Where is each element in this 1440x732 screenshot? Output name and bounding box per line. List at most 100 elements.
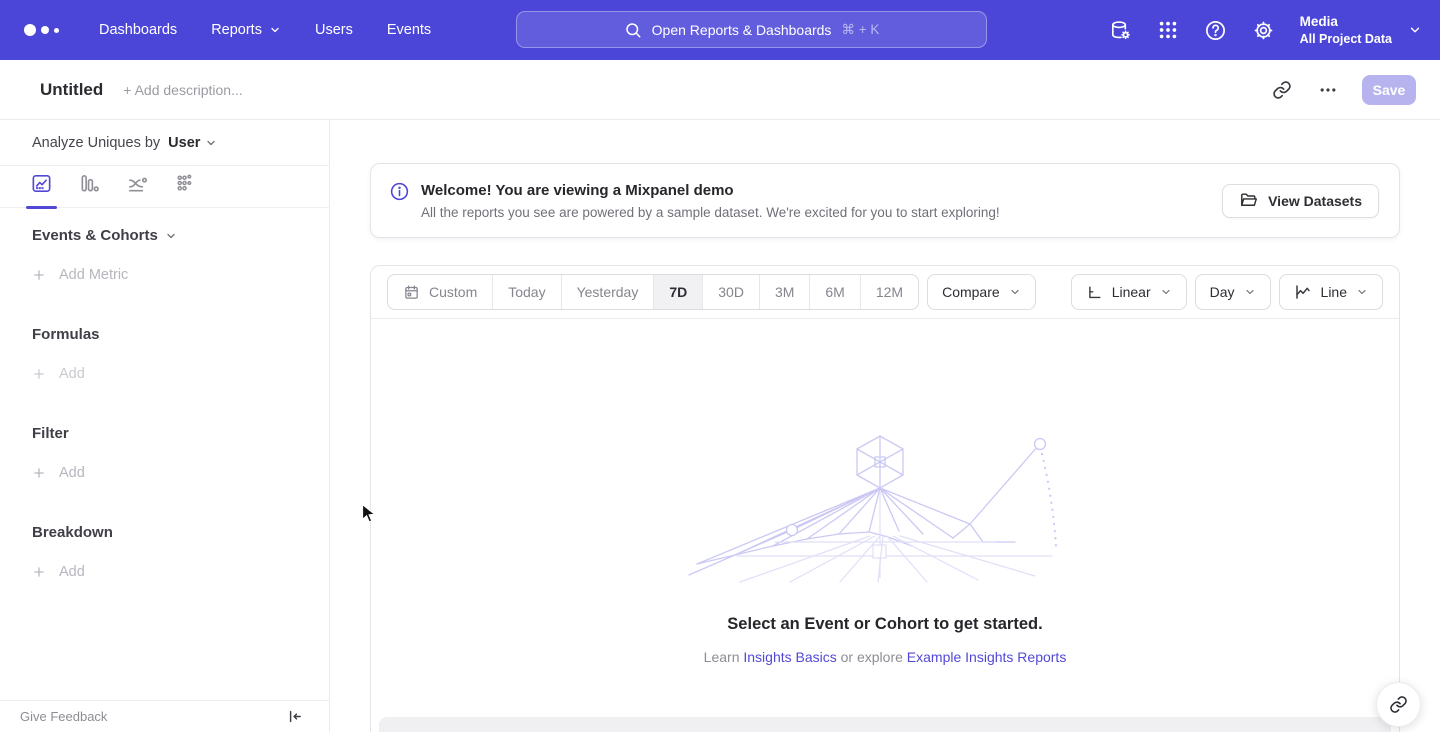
breakdown-table-peek [379,717,1391,732]
events-cohorts-section-header[interactable]: Events & Cohorts [32,227,297,244]
tab-flows-icon[interactable] [126,172,149,208]
nav-item-users[interactable]: Users [298,0,370,60]
example-reports-link[interactable]: Example Insights Reports [907,649,1067,665]
project-switcher[interactable]: Media All Project Data [1300,13,1422,47]
navbar-right: Media All Project Data [1109,0,1422,60]
section-title: Breakdown [32,524,113,541]
give-feedback-link[interactable]: Give Feedback [20,709,107,724]
banner-text: Welcome! You are viewing a Mixpanel demo… [421,182,1000,220]
global-search-input[interactable]: Open Reports & Dashboards ⌘ + K [516,11,987,48]
analyze-label: Analyze Uniques by [32,135,160,151]
add-description-field[interactable]: + Add description... [123,82,242,98]
add-breakdown-label: Add [59,564,85,580]
mixpanel-logo-icon[interactable] [24,24,66,36]
range-12m[interactable]: 12M [861,275,918,309]
range-30d[interactable]: 30D [703,275,760,309]
sidebar-footer: Give Feedback [0,700,329,732]
date-range-segmented-control: Custom Today Yesterday 7D 30D 3M 6M 12M [387,274,919,310]
logo-dot [54,28,59,33]
nav-item-events[interactable]: Events [370,0,448,60]
logo-dot [24,24,36,36]
top-navbar: Dashboards Reports Users Events Open Rep… [0,0,1440,60]
tab-bar-chart-icon[interactable] [78,172,101,208]
line-chart-icon [1294,283,1312,301]
calendar-icon [403,284,420,301]
project-scope: All Project Data [1300,31,1392,47]
empty-state-middle: or explore [841,649,903,665]
interval-dropdown[interactable]: Day [1195,274,1271,310]
add-formula-label: Add [59,366,85,382]
nav-item-label: Dashboards [99,22,177,38]
help-icon[interactable] [1204,19,1227,42]
data-management-icon[interactable] [1109,19,1132,42]
compare-label: Compare [942,284,1000,300]
apps-grid-icon[interactable] [1157,19,1179,41]
compare-dropdown[interactable]: Compare [927,274,1036,310]
copy-link-icon[interactable] [1272,80,1292,100]
interval-label: Day [1210,284,1235,300]
range-6m[interactable]: 6M [810,275,860,309]
range-3m[interactable]: 3M [760,275,810,309]
chevron-down-icon [165,230,177,242]
chart-display-controls: Linear Day Line [1071,274,1383,310]
demo-welcome-banner: Welcome! You are viewing a Mixpanel demo… [370,163,1400,238]
range-label: Yesterday [577,284,639,300]
settings-gear-icon[interactable] [1252,19,1275,42]
analyze-by-dropdown[interactable]: User [168,135,217,151]
analyze-value: User [168,135,200,151]
nav-item-label: Users [315,22,353,38]
plus-icon [32,268,46,282]
add-breakdown-button[interactable]: Add [32,564,297,580]
view-datasets-label: View Datasets [1268,193,1362,209]
range-label: 7D [669,284,687,300]
nav-item-reports[interactable]: Reports [194,0,298,60]
range-yesterday[interactable]: Yesterday [562,275,655,309]
insights-report-card: Custom Today Yesterday 7D 30D 3M 6M 12M … [370,265,1400,732]
project-info: Media All Project Data [1300,13,1392,47]
report-title[interactable]: Untitled [40,80,103,100]
report-header-bar: Untitled + Add description... Save [0,60,1440,120]
range-7d[interactable]: 7D [654,275,703,309]
main-content: Welcome! You are viewing a Mixpanel demo… [330,120,1440,732]
share-link-fab[interactable] [1376,682,1421,727]
nav-item-label: Events [387,22,431,38]
linear-scale-icon [1086,284,1103,301]
more-options-icon[interactable] [1318,80,1338,100]
scale-label: Linear [1112,284,1151,300]
chart-type-label: Line [1321,284,1347,300]
scale-dropdown[interactable]: Linear [1071,274,1187,310]
add-metric-button[interactable]: Add Metric [32,267,297,283]
tab-line-chart-icon[interactable] [30,172,53,208]
add-filter-button[interactable]: Add [32,465,297,481]
empty-state-title: Select an Event or Cohort to get started… [371,615,1399,634]
project-name: Media [1300,13,1392,31]
chevron-down-icon [1356,286,1368,298]
save-button[interactable]: Save [1362,75,1416,105]
search-icon [624,21,642,39]
plus-icon [32,565,46,579]
formulas-section-header: Formulas [32,326,297,343]
add-filter-label: Add [59,465,85,481]
banner-subtitle: All the reports you see are powered by a… [421,205,1000,220]
insights-basics-link[interactable]: Insights Basics [743,649,836,665]
search-placeholder: Open Reports & Dashboards [652,22,832,38]
nav-item-dashboards[interactable]: Dashboards [82,0,194,60]
chevron-down-icon [205,137,217,149]
range-today[interactable]: Today [493,275,561,309]
add-metric-label: Add Metric [59,267,128,283]
add-formula-button[interactable]: Add [32,366,297,382]
range-label: Today [508,284,545,300]
section-title: Formulas [32,326,100,343]
empty-state-prefix: Learn [704,649,740,665]
visualization-tabs [0,166,329,208]
search-shortcut-hint: ⌘ + K [841,22,879,38]
view-datasets-button[interactable]: View Datasets [1222,184,1379,218]
tab-metrics-icon[interactable] [174,172,197,208]
chart-type-dropdown[interactable]: Line [1279,274,1383,310]
range-label: 30D [718,284,744,300]
range-custom[interactable]: Custom [388,275,493,309]
report-controls-row: Custom Today Yesterday 7D 30D 3M 6M 12M … [371,266,1399,319]
range-label: Custom [429,284,477,300]
collapse-sidebar-icon[interactable] [286,708,303,725]
banner-title: Welcome! You are viewing a Mixpanel demo [421,182,1000,199]
